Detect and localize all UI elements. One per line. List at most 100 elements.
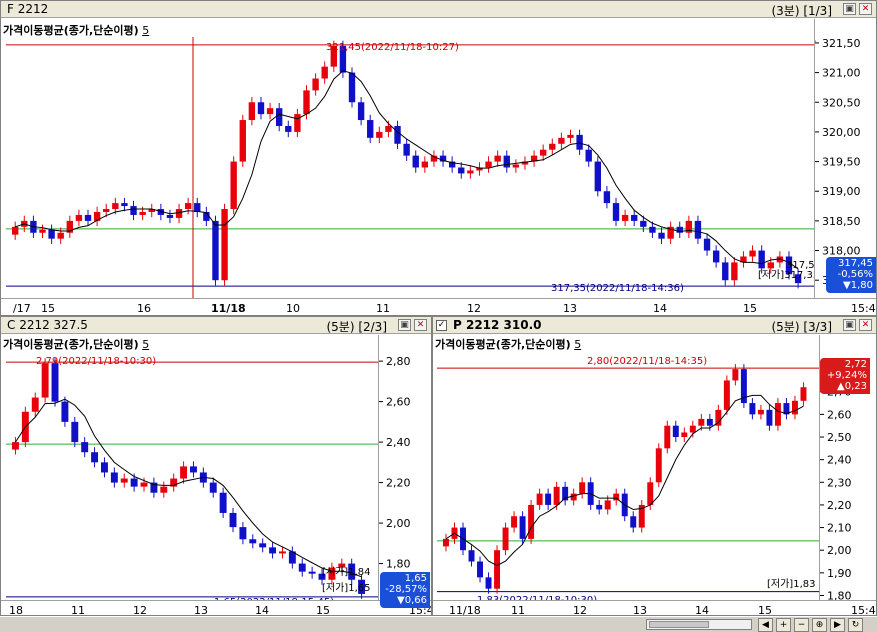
y-tick-label: 2,00: [827, 544, 852, 557]
candle-body: [51, 363, 59, 402]
candle-body: [209, 482, 217, 493]
candle-body: [649, 226, 656, 233]
badge-change: ▼1,80: [843, 280, 873, 291]
x-tick-label: 15:45:00: [851, 604, 877, 616]
candle-body: [120, 478, 128, 483]
candle-body: [41, 363, 49, 398]
pane-close-icon[interactable]: ✕: [859, 319, 872, 331]
x-tick-label: /17: [13, 302, 31, 315]
candle-body: [579, 482, 586, 494]
x-tick-label: 15: [41, 302, 55, 315]
candle-body: [494, 155, 501, 162]
chart-pane-call: C 2212 327.5 (5분) [2/3] ▣ ✕ 가격이동평균(종가,단순…: [0, 316, 432, 616]
candle-body: [121, 203, 128, 207]
y-tick-label: 2,50: [827, 431, 852, 444]
y-tick-label: 319,00: [822, 185, 861, 198]
x-tick-label: 13: [194, 604, 208, 616]
candle-body: [703, 238, 711, 251]
pane-period-info: (5분) [3/3]: [771, 320, 832, 334]
x-tick-label: 14: [695, 604, 709, 616]
candle-body: [376, 131, 383, 138]
zoom-reset-icon[interactable]: ⊕: [812, 618, 827, 632]
x-tick-label: 12: [467, 302, 481, 315]
y-tick-label: 321,00: [822, 67, 861, 80]
refresh-icon[interactable]: ↻: [848, 618, 863, 632]
candle-body: [502, 527, 509, 551]
candle-body: [631, 214, 638, 221]
x-axis: 18111213141515:45:00: [1, 600, 431, 616]
indicator-name: 가격이동평균(종가,단순이평): [3, 24, 139, 37]
x-tick-label: 13: [633, 604, 647, 616]
x-tick-label: 11/18: [449, 604, 481, 616]
x-tick-label: 11: [376, 302, 390, 315]
pane-close-icon[interactable]: ✕: [859, 3, 872, 15]
scroll-right-icon[interactable]: ▶: [830, 618, 845, 632]
candle-body: [101, 462, 108, 473]
candle-body: [689, 425, 696, 433]
candle-body: [698, 418, 705, 426]
pane-select-checkbox[interactable]: ✓: [436, 320, 447, 331]
low-price-note: 317,35(2022/11/18-14:36): [551, 283, 684, 294]
candle-body: [298, 563, 306, 572]
moving-average-line: [15, 70, 799, 270]
pane-close-icon[interactable]: ✕: [414, 319, 427, 331]
pane-title: F 2212: [7, 2, 49, 16]
candlestick-chart[interactable]: 321,45(2022/11/18-10:27) 317,35(2022/11/1…: [6, 37, 814, 298]
candle-body: [160, 486, 168, 493]
candle-body: [630, 516, 637, 528]
pane-settings-icon[interactable]: ▣: [843, 319, 856, 331]
x-tick-label: 16: [137, 302, 151, 315]
pane-settings-icon[interactable]: ▣: [843, 3, 856, 15]
candle-body: [221, 209, 228, 281]
candle-body: [385, 125, 392, 132]
candlestick-chart[interactable]: 2,80(2022/11/18-14:35)1,83(2022/11/18-10…: [437, 351, 819, 600]
badge-price: 1,65: [404, 573, 427, 584]
y-tick-label: 2,00: [386, 517, 411, 530]
pane-titlebar: ✓ P 2212 310.0 (5분) [3/3] ▣ ✕: [433, 317, 876, 334]
x-tick-label: 12: [573, 604, 587, 616]
candle-body: [767, 262, 774, 269]
candle-body: [512, 164, 520, 168]
x-tick-label: 13: [563, 302, 577, 315]
candle-body: [259, 543, 267, 548]
indicator-param[interactable]: 5: [142, 24, 149, 37]
candle-body: [348, 72, 356, 103]
pane-settings-icon[interactable]: ▣: [398, 319, 411, 331]
candle-body: [749, 403, 756, 415]
y-tick-label: 1,90: [827, 567, 852, 580]
indicator-param[interactable]: 5: [574, 338, 581, 351]
zoom-out-icon[interactable]: −: [794, 618, 809, 632]
candle-body: [612, 203, 620, 221]
pane-period-info: (3분) [1/3]: [771, 4, 832, 18]
x-axis: 11/18 11 12 13 14 15 15:45:00: [433, 600, 877, 616]
candle-body: [681, 432, 688, 438]
candle-body: [12, 442, 19, 450]
candle-body: [75, 214, 83, 221]
indicator-label: 가격이동평균(종가,단순이평) 5: [3, 22, 149, 38]
candle-body: [647, 482, 654, 505]
candle-body: [269, 547, 277, 554]
candle-body: [485, 161, 492, 168]
candle-body: [731, 262, 738, 281]
scrollbar-thumb[interactable]: [649, 621, 709, 628]
candle-body: [194, 203, 201, 212]
candle-body: [758, 250, 765, 269]
candle-body: [303, 90, 310, 115]
candle-body: [477, 561, 484, 578]
y-tick-label: 2,40: [386, 436, 411, 449]
candle-body: [57, 232, 64, 239]
candle-body: [503, 155, 510, 168]
badge-change-pct: -0,56%: [837, 269, 873, 280]
chart-scrollbar[interactable]: [646, 619, 752, 630]
zoom-in-icon[interactable]: +: [776, 618, 791, 632]
candle-body: [84, 214, 92, 221]
candle-body: [485, 577, 492, 589]
candlestick-chart[interactable]: 2,79(2022/11/18-10:30)1,65(2022/11/18-15…: [6, 351, 378, 600]
pane-title: P 2212 310.0: [453, 318, 542, 332]
candle-body: [558, 137, 565, 144]
scroll-left-icon[interactable]: ◀: [758, 618, 773, 632]
y-tick-label: 318,00: [822, 245, 861, 258]
indicator-param[interactable]: 5: [142, 338, 149, 351]
candle-body: [130, 206, 137, 215]
candle-body: [190, 466, 197, 473]
